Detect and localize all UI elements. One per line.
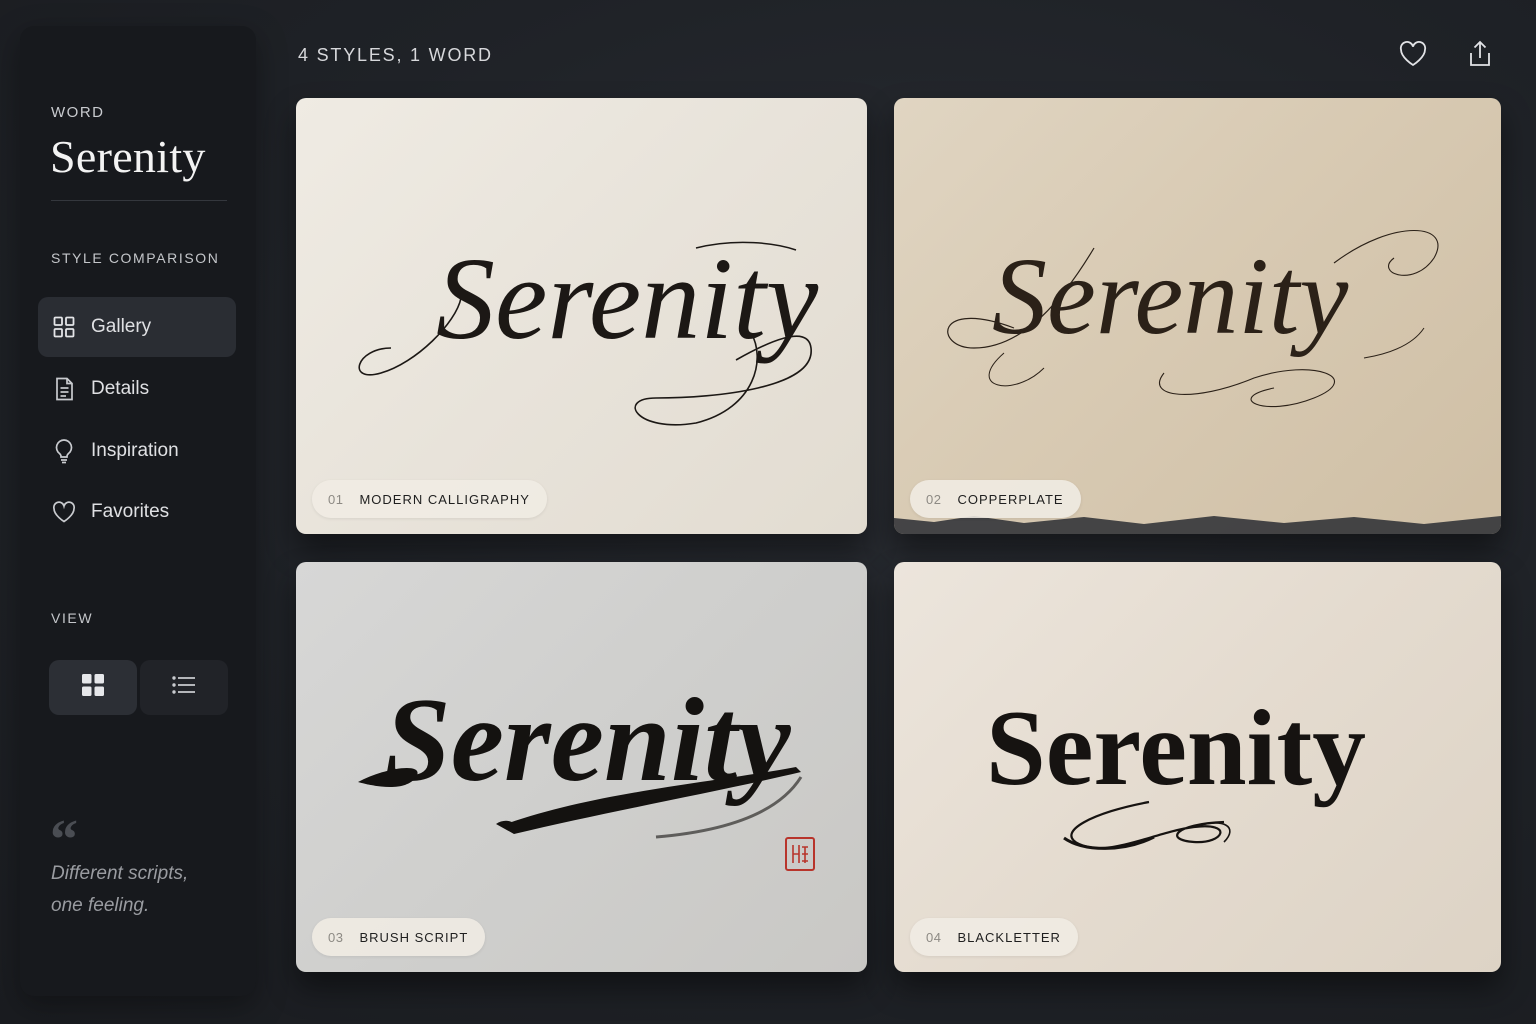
favorite-button[interactable] [1395,38,1431,74]
nav-item-details[interactable]: Details [38,359,236,419]
grid-icon [52,315,76,339]
style-name: MODERN CALLIGRAPHY [359,491,530,507]
style-number: 02 [926,491,942,507]
heart-icon [1399,40,1427,72]
card-word: Serenity [992,235,1348,357]
style-card-copperplate[interactable]: Serenity 02 COPPERPLATE [894,98,1501,534]
quote-text: Different scripts, one feeling. [51,863,189,916]
document-icon [52,377,76,401]
divider [51,200,227,201]
style-number: 04 [926,929,942,945]
nav-item-label: Details [91,378,150,399]
nav-item-label: Inspiration [91,440,179,461]
style-badge: 02 COPPERPLATE [910,480,1081,518]
seal-stamp-icon [785,837,815,871]
style-number: 01 [328,491,344,507]
blackletter-artwork: Serenity [986,689,1366,850]
share-button[interactable] [1462,38,1498,74]
page-title: 4 STYLES, 1 WORD [298,45,493,65]
list-view-button[interactable] [140,660,228,715]
style-card-modern-calligraphy[interactable]: Serenity 01 MODERN CALLIGRAPHY [296,98,867,534]
nav-item-favorites[interactable]: Favorites [38,482,236,542]
grid-view-icon [81,673,105,702]
word-label: WORD [51,104,105,121]
style-name: BRUSH SCRIPT [359,929,469,945]
modern-calligraphy-artwork: Serenity [358,233,819,426]
lightbulb-icon [52,439,76,464]
word-title: Serenity [50,131,206,182]
grid-view-button[interactable] [49,660,137,715]
style-name: BLACKLETTER [957,929,1061,945]
style-card-brush-script[interactable]: Serenity 03 BRUSH SCRIPT [296,562,867,972]
heart-icon [52,500,76,524]
style-card-blackletter[interactable]: Serenity 04 BLACKLETTER [894,562,1501,972]
nav-item-inspiration[interactable]: Inspiration [38,421,236,481]
style-badge: 01 MODERN CALLIGRAPHY [312,480,547,518]
style-badge: 04 BLACKLETTER [910,918,1078,956]
nav-item-label: Favorites [91,501,170,522]
nav-item-gallery[interactable]: Gallery [38,297,236,357]
copperplate-artwork: Serenity [894,229,1501,534]
style-comparison-label: STYLE COMPARISON [51,250,220,266]
card-word: Serenity [986,689,1366,808]
nav-item-label: Gallery [91,316,152,337]
sidebar: WORD Serenity STYLE COMPARISON Gallery D… [20,26,256,996]
list-view-icon [172,675,196,700]
brush-script-artwork: Serenity [358,673,803,839]
share-icon [1467,40,1493,73]
view-label: VIEW [51,610,94,626]
card-word: Serenity [436,233,819,364]
style-number: 03 [328,929,344,945]
style-badge: 03 BRUSH SCRIPT [312,918,486,956]
style-name: COPPERPLATE [957,491,1064,507]
